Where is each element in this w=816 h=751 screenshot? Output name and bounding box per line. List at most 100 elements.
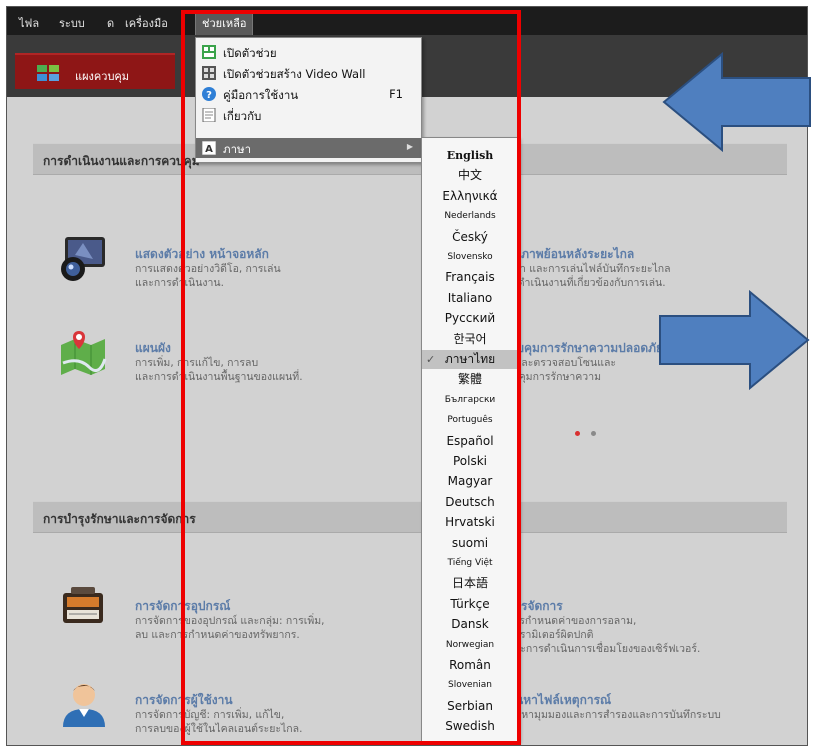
language-option-label: English [446,149,494,162]
help-icon: ? [202,87,216,101]
language-option-label: Dansk [451,617,489,632]
language-option[interactable]: Español [422,432,518,451]
event-management-desc: การกำหนดค่าของการอลาม, พารามิเตอร์ผิดปกติ… [507,614,700,656]
language-option[interactable]: 한국어 [422,330,518,349]
log-search-desc: ค้นหามุมมองและการสำรองและการบันทึกระบบ [507,708,721,722]
menu-language[interactable]: A ภาษา ▶ [196,138,421,158]
emap-desc-line2: และการดำเนินงานพื้นฐานของแผนที่. [135,371,303,383]
camera-icon[interactable] [59,235,109,283]
language-option[interactable]: Português [422,411,518,430]
language-option[interactable]: Polski [422,452,518,471]
svg-text:A: A [205,144,213,155]
open-wizard-label: เปิดตัวช่วย [223,46,277,60]
arrow-left-icon [662,52,811,152]
live-view-desc-line1: การแสดงตัวอย่างวิดีโอ, การเล่น [135,263,281,275]
language-option-label: Český [452,229,488,244]
language-option[interactable]: Ελληνικά [422,187,518,206]
event-management-desc-line2: พารามิเตอร์ผิดปกติ [507,629,594,641]
language-option[interactable]: Deutsch [422,493,518,512]
language-option-label: Nederlands [444,211,496,222]
language-option[interactable]: Český [422,228,518,247]
language-option[interactable]: Italiano [422,289,518,308]
section-maintenance-header: การบำรุงรักษาและการจัดการ [33,501,787,533]
grid-icon [37,65,59,81]
about-label: เกี่ยวกับ [223,109,262,123]
language-option-label: Français [445,270,495,285]
menu-open-wizard[interactable]: เปิดตัวช่วย [196,42,421,62]
language-option-label: 日本語 [451,576,488,591]
language-option[interactable]: Swedish [422,717,518,736]
language-option-label: Swedish [445,719,495,734]
language-option[interactable]: Serbian [422,697,518,716]
language-option[interactable]: Русский [422,309,518,328]
svg-text:?: ? [206,90,212,101]
language-option[interactable]: Tiếng Việt [422,554,518,573]
device-management-desc: การจัดการของอุปกรณ์ และกลุ่ม: การเพิ่ม, ล… [135,614,325,642]
user-management-desc-line2: การลบของผู้ใช้ในไคลเอนต์ระยะไกล. [135,723,303,735]
language-option-label: Hrvatski [445,515,495,530]
language-option-label: Русский [444,311,496,326]
language-option[interactable]: 日本語 [422,574,518,593]
page-dot[interactable] [591,431,596,436]
menu-help[interactable]: ช่วยเหลือ [195,10,254,36]
section-operation-title: การดำเนินงานและการ [43,154,162,168]
user-icon[interactable] [61,681,107,727]
language-option[interactable]: suomi [422,534,518,553]
language-option-label: ภาษาไทย [444,352,496,366]
language-option[interactable]: Român [422,656,518,675]
user-manual-label: คู่มือการใช้งาน [223,88,299,102]
language-option[interactable]: Hrvatski [422,513,518,532]
language-option-label: Magyar [447,474,493,489]
menu-tools[interactable]: เครื่องมือ [125,14,168,32]
language-option[interactable]: Français [422,268,518,287]
language-option[interactable]: Dansk [422,615,518,634]
menu-video-wall-wizard[interactable]: เปิดตัวช่วยสร้าง Video Wall [196,63,421,83]
user-manual-shortcut: F1 [389,87,403,101]
menu-file[interactable]: ไฟล [19,14,39,32]
live-view-desc: การแสดงตัวอย่างวิดีโอ, การเล่นและการดำเน… [135,262,281,290]
language-option-label: Български [444,394,496,405]
language-option-label: suomi [451,535,489,550]
language-option[interactable]: Türkçe [422,595,518,614]
tab-control-panel[interactable]: แผงควบคุม [15,53,175,89]
language-option-label: 繁體 [457,372,482,387]
language-option-label: 中文 [457,168,482,183]
check-icon: ✓ [426,353,436,366]
menu-user-manual[interactable]: ? คู่มือการใช้งาน F1 [196,84,421,104]
language-option[interactable]: Slovensko [422,248,518,267]
language-option-label: Slovenian [447,680,492,691]
page-dot-active[interactable] [575,431,580,436]
video-wall-icon [202,66,216,80]
language-option[interactable]: Slovenian [422,676,518,695]
language-option-label: 한국어 [453,331,487,346]
live-view-desc-line2: และการดำเนินงาน. [135,277,224,289]
menu-system[interactable]: ระบบ [59,14,85,32]
device-management-desc-line2: ลบ และการกำหนดค่าของทรัพยากร. [135,629,300,641]
language-option-label: Slovensko [447,252,493,262]
arrow-right-icon [659,290,810,390]
submenu-arrow-icon: ▶ [406,142,413,151]
language-option[interactable]: Български [422,391,518,410]
language-option[interactable]: Magyar [422,472,518,491]
language-option-label: Serbian [447,698,493,713]
map-icon[interactable] [59,329,107,375]
section-maintenance-title: การบำรุงรักษาและการจัดการ [43,512,196,526]
device-icon[interactable] [59,587,107,631]
tab-label: แผงควบคุม [75,70,130,83]
menu-view[interactable]: ด [107,14,114,32]
language-option[interactable]: English [422,146,518,165]
language-option[interactable]: ✓ ภาษาไทย [422,350,518,369]
language-option[interactable]: 中文 [422,166,518,185]
emap-desc: การเพิ่ม, การแก้ไข, การลบ และการดำเนินงาน… [135,356,303,384]
language-option[interactable]: Nederlands [422,207,518,226]
language-option-label: Türkçe [450,596,490,611]
language-option-label: Español [446,433,494,448]
log-search-desc-line1: ค้นหามุมมองและการสำรองและการบันทึกระบบ [507,709,721,721]
menu-about[interactable]: เกี่ยวกับ [196,105,421,125]
event-management-desc-line1: การกำหนดค่าของการอลาม, [507,615,637,627]
wizard-icon [202,45,216,59]
language-option[interactable]: 繁體 [422,370,518,389]
device-management-desc-line1: การจัดการของอุปกรณ์ และกลุ่ม: การเพิ่ม, [135,615,325,627]
language-option[interactable]: Norwegian [422,636,518,655]
language-option-label: Português [447,415,493,426]
